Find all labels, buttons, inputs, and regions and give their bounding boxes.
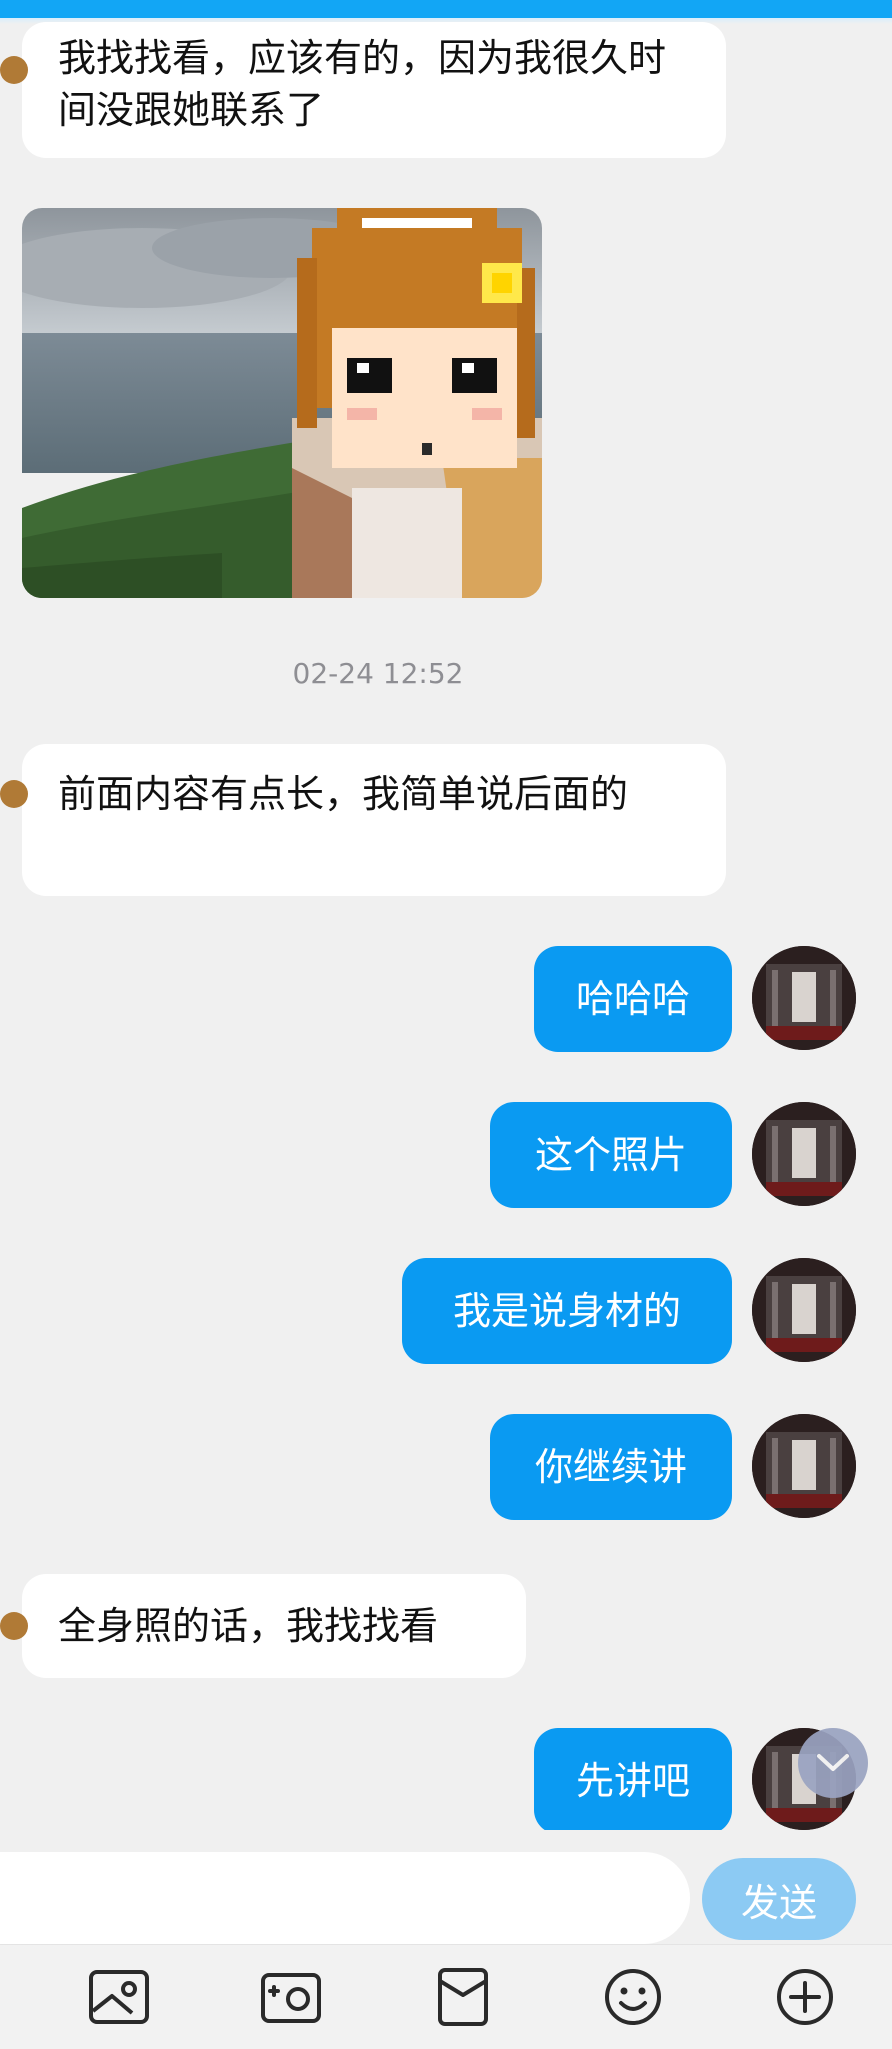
message-bubble-sent[interactable]: 这个照片 xyxy=(490,1102,732,1208)
bottom-toolbar xyxy=(0,1944,892,2049)
photo-message[interactable] xyxy=(22,208,542,598)
photo-image xyxy=(22,208,542,598)
avatar-image xyxy=(752,1102,856,1206)
message-text: 我是说身材的 xyxy=(452,1289,681,1333)
more-button[interactable] xyxy=(770,1965,840,2029)
message-text: 这个照片 xyxy=(534,1133,687,1177)
scroll-to-bottom-button[interactable] xyxy=(798,1728,868,1798)
contact-avatar[interactable] xyxy=(0,780,28,808)
message-text: 全身照的话，我找找看 xyxy=(58,1604,439,1648)
message-bubble-received[interactable]: 全身照的话，我找找看 xyxy=(0,1574,526,1678)
my-avatar[interactable] xyxy=(752,1102,856,1206)
my-avatar[interactable] xyxy=(752,1414,856,1518)
message-text: 我找找看，应该有的，因为我很久时间没跟她联系了 xyxy=(58,36,667,132)
message-bubble-received[interactable]: 我找找看，应该有的，因为我很久时间没跟她联系了 xyxy=(0,22,726,158)
photo-button[interactable] xyxy=(84,1965,154,2029)
message-bubble-sent[interactable]: 先讲吧 xyxy=(534,1728,732,1834)
camera-button[interactable] xyxy=(256,1965,326,2029)
emoji-icon xyxy=(605,1969,661,2025)
camera-icon xyxy=(261,1973,321,2023)
avatar-image xyxy=(752,1414,856,1518)
avatar-image xyxy=(752,1258,856,1362)
message-bubble-received[interactable]: 前面内容有点长，我简单说后面的 xyxy=(0,744,726,896)
chevron-down-icon xyxy=(817,1754,849,1771)
top-status-bar xyxy=(0,0,892,18)
my-avatar[interactable] xyxy=(752,1258,856,1362)
contact-avatar[interactable] xyxy=(0,56,28,84)
avatar-image xyxy=(752,946,856,1050)
message-bubble-sent[interactable]: 你继续讲 xyxy=(490,1414,732,1520)
plus-icon xyxy=(777,1969,833,2025)
message-text: 先讲吧 xyxy=(575,1759,690,1803)
message-input[interactable] xyxy=(0,1852,690,1944)
message-text: 你继续讲 xyxy=(534,1445,687,1489)
red-packet-button[interactable] xyxy=(428,1965,498,2029)
message-timestamp: 02-24 12:52 xyxy=(292,657,464,690)
message-text: 前面内容有点长，我简单说后面的 xyxy=(58,772,629,816)
contact-avatar[interactable] xyxy=(0,1612,28,1640)
my-avatar[interactable] xyxy=(752,946,856,1050)
photo-icon xyxy=(89,1970,149,2024)
message-text: 哈哈哈 xyxy=(575,977,690,1021)
send-button[interactable]: 发送 xyxy=(702,1858,856,1940)
emoji-button[interactable] xyxy=(598,1965,668,2029)
red-packet-icon xyxy=(438,1968,488,2026)
message-bubble-sent[interactable]: 哈哈哈 xyxy=(534,946,732,1052)
message-bubble-sent[interactable]: 我是说身材的 xyxy=(402,1258,732,1364)
